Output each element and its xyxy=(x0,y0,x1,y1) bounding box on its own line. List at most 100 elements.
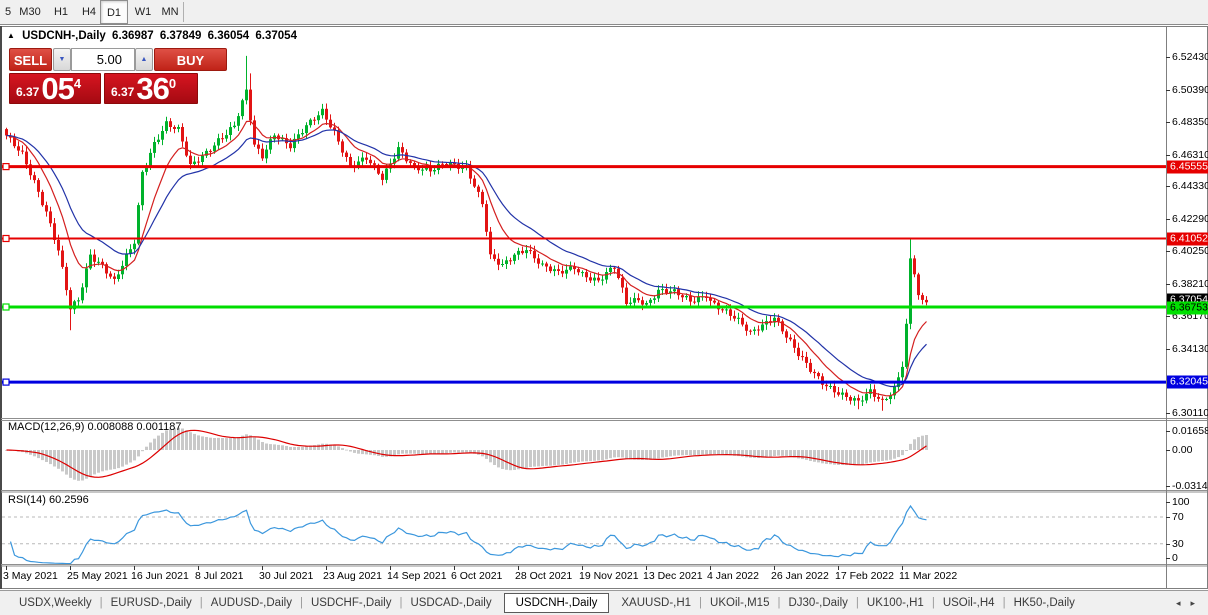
hline-anchor[interactable] xyxy=(2,234,10,243)
chart-tab-eurusd-daily[interactable]: EURUSD-,Daily xyxy=(104,597,199,609)
candle-body xyxy=(221,138,224,140)
buy-button[interactable]: BUY xyxy=(154,48,227,71)
candle-body xyxy=(321,108,324,116)
volume-decrease-icon[interactable]: ▼ xyxy=(53,48,71,71)
indicator-scale-label: 30 xyxy=(1172,538,1184,550)
volume-increase-icon[interactable]: ▲ xyxy=(135,48,153,71)
candle-body xyxy=(421,169,424,171)
macd-histogram-bar xyxy=(669,450,672,457)
timeframe-button-D1[interactable]: D1 xyxy=(100,0,128,24)
candle-body xyxy=(485,204,488,232)
timeframe-button-H1[interactable]: H1 xyxy=(48,0,74,24)
macd-histogram-bar xyxy=(665,450,668,457)
collapse-chart-icon[interactable]: ▲ xyxy=(7,31,15,40)
chart-tab-xauusd-h1[interactable]: XAUUSD-,H1 xyxy=(614,597,698,609)
sell-button[interactable]: SELL xyxy=(9,48,52,71)
sell-price-box[interactable]: 6.37 05 4 xyxy=(9,73,101,104)
macd-histogram-bar xyxy=(861,450,864,465)
macd-histogram-bar xyxy=(825,450,828,464)
macd-histogram-bar xyxy=(101,450,104,472)
candle-body xyxy=(225,135,228,139)
chart-tab-uk100-h1[interactable]: UK100-,H1 xyxy=(860,597,931,609)
timeframe-button-MN[interactable]: MN xyxy=(156,0,184,24)
candle-body xyxy=(41,191,44,206)
chart-tab-audusd-daily[interactable]: AUDUSD-,Daily xyxy=(204,597,299,609)
hline-anchor[interactable] xyxy=(2,303,10,311)
tab-scroll-right-icon[interactable]: ▸ xyxy=(1185,598,1200,608)
candle-body xyxy=(645,303,648,305)
chart-tab-usdcnh-daily[interactable]: USDCNH-,Daily xyxy=(503,593,610,613)
macd-histogram-bar xyxy=(693,450,696,456)
candle-body xyxy=(637,298,640,301)
macd-histogram-bar xyxy=(461,450,464,453)
candle-body xyxy=(577,269,580,273)
date-axis-label: 23 Aug 2021 xyxy=(323,570,382,582)
macd-histogram-bar xyxy=(613,450,616,458)
date-axis-label: 8 Jul 2021 xyxy=(195,570,244,582)
candle-body xyxy=(697,296,700,303)
chart-tab-usdx-weekly[interactable]: USDX,Weekly xyxy=(12,597,99,609)
macd-histogram-bar xyxy=(305,446,308,450)
macd-histogram-bar xyxy=(869,450,872,463)
chart-tab-ukoil-m15[interactable]: UKOil-,M15 xyxy=(703,597,776,609)
macd-histogram-bar xyxy=(301,446,304,450)
candle-body xyxy=(317,115,320,121)
macd-histogram-bar xyxy=(273,444,276,450)
candle-body xyxy=(813,371,816,374)
macd-histogram-bar xyxy=(905,450,908,451)
candle-body xyxy=(581,272,584,274)
timeframe-button-W1[interactable]: W1 xyxy=(130,0,156,24)
macd-histogram-bar xyxy=(789,450,792,457)
macd-histogram-bar xyxy=(165,430,168,450)
macd-histogram-bar xyxy=(689,450,692,456)
macd-histogram-bar xyxy=(33,450,36,457)
date-axis-label: 3 May 2021 xyxy=(3,570,58,582)
candle-body xyxy=(597,277,600,281)
candle-body xyxy=(85,268,88,288)
symbol-tabbar: USDX,Weekly | EURUSD-,Daily | AUDUSD-,Daily |… xyxy=(0,590,1208,615)
macd-histogram-bar xyxy=(533,450,536,467)
chart-tab-usdcad-daily[interactable]: USDCAD-,Daily xyxy=(403,597,498,609)
macd-histogram-bar xyxy=(553,450,556,466)
macd-histogram-bar xyxy=(97,450,100,473)
chart-tab-usoil-h4[interactable]: USOil-,H4 xyxy=(936,597,1002,609)
macd-histogram-bar xyxy=(257,439,260,450)
chart-tab-dj30-daily[interactable]: DJ30-,Daily xyxy=(781,597,854,609)
candle-body xyxy=(525,250,528,254)
chart-tab-hk50-daily[interactable]: HK50-,Daily xyxy=(1007,597,1082,609)
hline-anchor[interactable] xyxy=(2,378,10,386)
tab-scroll-left-icon[interactable]: ◂ xyxy=(1171,598,1186,608)
volume-input[interactable]: 5.00 xyxy=(71,48,135,71)
macd-histogram-bar xyxy=(337,446,340,450)
macd-histogram-bar xyxy=(397,450,400,455)
candle-body xyxy=(865,393,868,401)
buy-price-box[interactable]: 6.37 36 0 xyxy=(104,73,198,104)
macd-histogram-bar xyxy=(545,450,548,466)
candle-body xyxy=(5,129,8,136)
timeframe-button-5[interactable]: 5 xyxy=(2,0,14,24)
price-scale-label: 6.50390 xyxy=(1172,84,1208,96)
macd-histogram-bar xyxy=(849,450,852,466)
macd-histogram-bar xyxy=(845,450,848,466)
candle-body xyxy=(481,191,484,205)
candle-body xyxy=(809,362,812,372)
macd-histogram-bar xyxy=(449,450,452,453)
candle-body xyxy=(45,205,48,212)
timeframe-button-M30[interactable]: M30 xyxy=(14,0,46,24)
candle-body xyxy=(81,287,84,301)
timeframe-button-H4[interactable]: H4 xyxy=(76,0,102,24)
hline-anchor[interactable] xyxy=(2,163,10,171)
macd-histogram-bar xyxy=(909,443,912,450)
candle-body xyxy=(325,108,328,120)
macd-histogram-bar xyxy=(405,450,408,454)
indicator-scale-label: 0 xyxy=(1172,552,1178,564)
candle-body xyxy=(157,139,160,142)
macd-histogram-bar xyxy=(597,450,600,461)
price-badge-support-1: 6.32045 xyxy=(1167,375,1208,389)
macd-histogram-bar xyxy=(609,450,612,459)
tab-scroll-arrows: ◂ ▸ xyxy=(1171,598,1208,609)
candle-body xyxy=(841,392,844,395)
chart-tab-usdchf-daily[interactable]: USDCHF-,Daily xyxy=(304,597,399,609)
candle-body xyxy=(913,258,916,275)
indicator-scale-label: 0.016586 xyxy=(1172,425,1208,437)
